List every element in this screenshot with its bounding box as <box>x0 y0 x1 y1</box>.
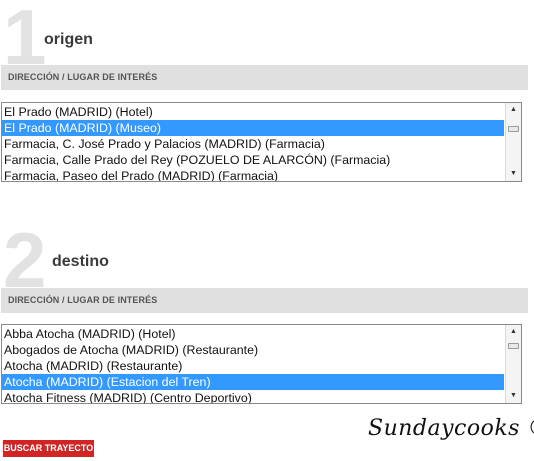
destination-field-bar: DIRECCIÓN / LUGAR DE INTERÉS <box>1 288 528 313</box>
origin-field-label: DIRECCIÓN / LUGAR DE INTERÉS <box>8 72 158 82</box>
origin-title: origen <box>44 31 93 48</box>
destination-scrollbar[interactable]: ▲ ▼ <box>505 325 521 403</box>
origin-option[interactable]: El Prado (MADRID) (Hotel) <box>2 104 504 120</box>
origin-option[interactable]: Farmacia, Paseo del Prado (MADRID) (Farm… <box>2 168 504 181</box>
destination-listbox[interactable]: Abba Atocha (MADRID) (Hotel) Abogados de… <box>1 324 522 404</box>
destination-field-label: DIRECCIÓN / LUGAR DE INTERÉS <box>8 295 158 305</box>
destination-option[interactable]: Abogados de Atocha (MADRID) (Restaurante… <box>2 342 504 358</box>
destination-options: Abba Atocha (MADRID) (Hotel) Abogados de… <box>2 326 504 403</box>
origin-options: El Prado (MADRID) (Hotel) El Prado (MADR… <box>2 104 504 181</box>
destination-title: destino <box>52 253 109 270</box>
scroll-down-icon[interactable]: ▼ <box>506 389 521 403</box>
destination-scroll-thumb[interactable] <box>508 343 519 349</box>
destination-option[interactable]: Atocha (MADRID) (Estacion del Tren) <box>2 374 504 390</box>
origin-option[interactable]: Farmacia, C. José Prado y Palacios (MADR… <box>2 136 504 152</box>
origin-field-bar: DIRECCIÓN / LUGAR DE INTERÉS <box>1 65 528 90</box>
scroll-up-icon[interactable]: ▲ <box>506 325 521 339</box>
destination-option[interactable]: Atocha (MADRID) (Restaurante) <box>2 358 504 374</box>
origin-option[interactable]: Farmacia, Calle Prado del Rey (POZUELO D… <box>2 152 504 168</box>
destination-option[interactable]: Atocha Fitness (MADRID) (Centro Deportiv… <box>2 390 504 403</box>
search-route-button[interactable]: BUSCAR TRAYECTO <box>3 440 94 457</box>
scroll-down-icon[interactable]: ▼ <box>506 167 521 181</box>
scroll-up-icon[interactable]: ▲ <box>506 103 521 117</box>
origin-scroll-thumb[interactable] <box>508 126 519 132</box>
origin-scrollbar[interactable]: ▲ ▼ <box>505 103 521 181</box>
destination-option[interactable]: Abba Atocha (MADRID) (Hotel) <box>2 326 504 342</box>
origin-listbox[interactable]: El Prado (MADRID) (Hotel) El Prado (MADR… <box>1 102 522 182</box>
watermark-text: Sundaycooks © <box>368 416 534 441</box>
origin-option[interactable]: El Prado (MADRID) (Museo) <box>2 120 504 136</box>
